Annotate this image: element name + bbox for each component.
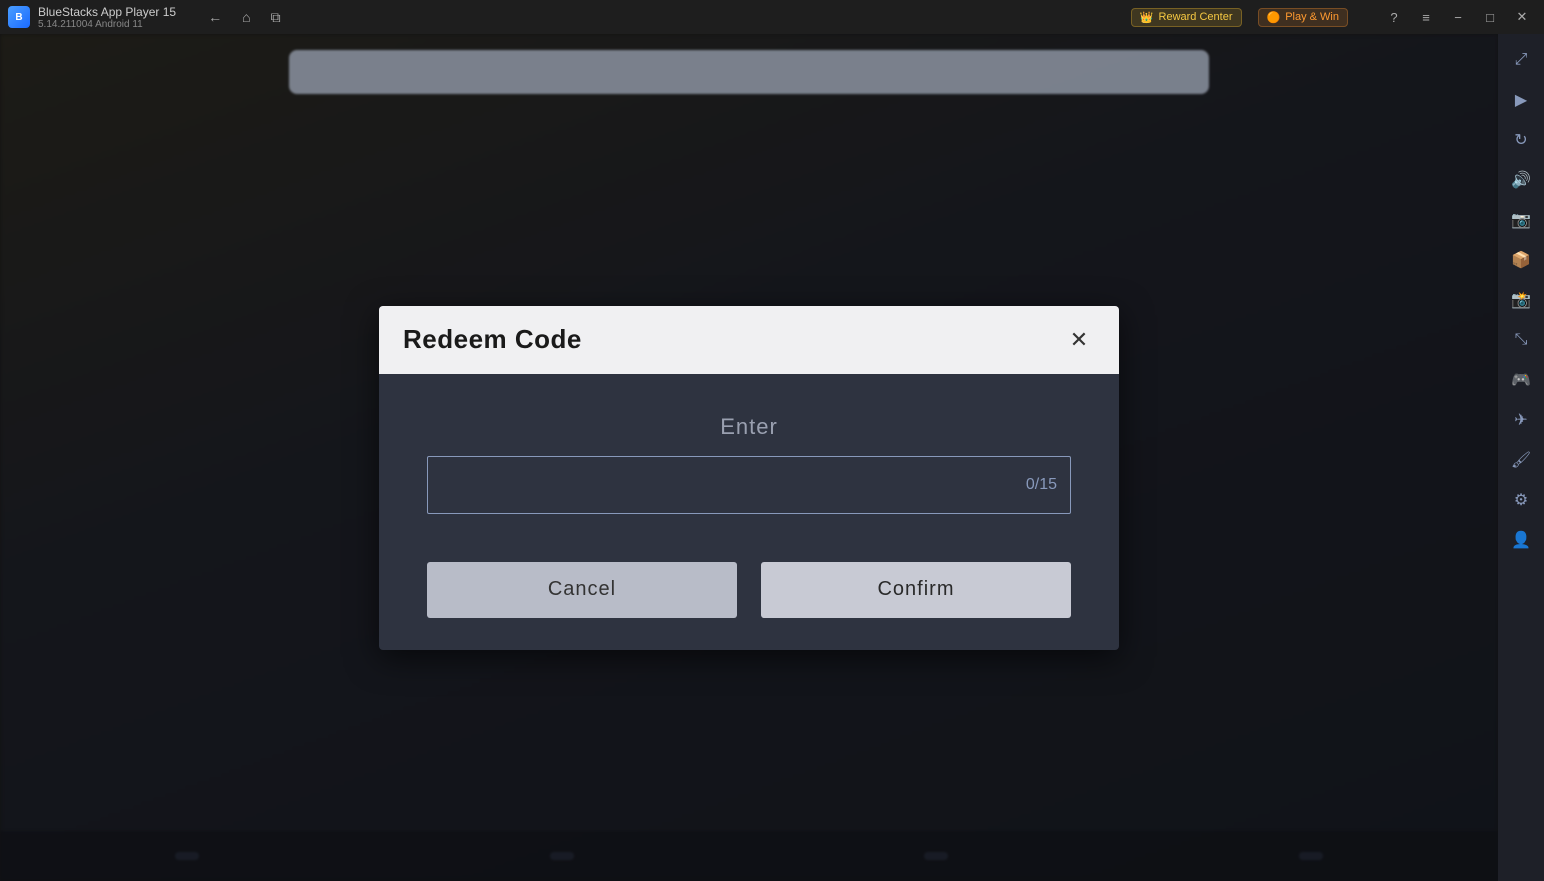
titlebar-left: B BlueStacks App Player 15 5.14.211004 A… [8, 5, 1131, 30]
dialog-header: Redeem Code ✕ [379, 306, 1119, 374]
dialog-overlay: Redeem Code ✕ Enter 0/15 Cancel Confirm [0, 34, 1498, 881]
close-button[interactable]: ✕ [1508, 6, 1536, 28]
play-icon[interactable]: ▶ [1503, 82, 1539, 118]
dialog-footer: Cancel Confirm [379, 546, 1119, 650]
titlebar-right: 👑 Reward Center 🟠 Play & Win ? ≡ − □ ✕ [1131, 6, 1536, 28]
sidebar-right: ⤢ ▶ ↻ 🔊 📷 📦 📸 ⤡ 🎮 ✈ 🖌 ⚙ 👤 [1498, 34, 1544, 881]
volume-icon[interactable]: 🔊 [1503, 162, 1539, 198]
dialog-title: Redeem Code [403, 324, 582, 355]
titlebar-window-controls: ? ≡ − □ ✕ [1380, 6, 1536, 28]
cancel-button[interactable]: Cancel [427, 562, 737, 618]
maximize-button[interactable]: □ [1476, 6, 1504, 28]
titlebar-nav: ← ⌂ ⧉ [204, 5, 284, 30]
dialog-close-button[interactable]: ✕ [1063, 324, 1095, 356]
app-version: 5.14.211004 Android 11 [38, 19, 176, 30]
reward-center-button[interactable]: 👑 Reward Center [1131, 8, 1242, 27]
code-input-wrapper: 0/15 [427, 456, 1071, 514]
brush-icon[interactable]: 🖌 [1503, 442, 1539, 478]
home-nav-button[interactable]: ⌂ [238, 5, 254, 29]
code-input[interactable] [427, 456, 1071, 514]
dialog-body: Enter 0/15 [379, 374, 1119, 546]
play-win-icon: 🟠 [1267, 11, 1281, 24]
reward-center-label: Reward Center [1159, 11, 1233, 23]
play-win-button[interactable]: 🟠 Play & Win [1258, 8, 1349, 27]
main-area: Redeem Code ✕ Enter 0/15 Cancel Confirm [0, 34, 1498, 881]
settings-icon[interactable]: ⚙ [1503, 482, 1539, 518]
play-win-label: Play & Win [1285, 11, 1339, 23]
help-button[interactable]: ? [1380, 6, 1408, 28]
camera-icon[interactable]: 📷 [1503, 202, 1539, 238]
copy-nav-button[interactable]: ⧉ [267, 5, 285, 30]
fullscreen-icon[interactable]: ⤢ [1503, 42, 1539, 78]
airplane-icon[interactable]: ✈ [1503, 402, 1539, 438]
rotate-icon[interactable]: ↻ [1503, 122, 1539, 158]
titlebar: B BlueStacks App Player 15 5.14.211004 A… [0, 0, 1544, 34]
app-name: BlueStacks App Player 15 [38, 5, 176, 19]
enter-label: Enter [720, 414, 778, 440]
resize-icon[interactable]: ⤡ [1503, 322, 1539, 358]
gamepad-icon[interactable]: 🎮 [1503, 362, 1539, 398]
menu-button[interactable]: ≡ [1412, 6, 1440, 28]
back-nav-button[interactable]: ← [204, 5, 226, 29]
apk-icon[interactable]: 📦 [1503, 242, 1539, 278]
redeem-code-dialog: Redeem Code ✕ Enter 0/15 Cancel Confirm [379, 306, 1119, 650]
bluestacks-logo: B [8, 6, 30, 28]
reward-crown-icon: 👑 [1140, 11, 1154, 24]
screenshot-icon[interactable]: 📸 [1503, 282, 1539, 318]
confirm-button[interactable]: Confirm [761, 562, 1071, 618]
user-icon[interactable]: 👤 [1503, 522, 1539, 558]
minimize-button[interactable]: − [1444, 6, 1472, 28]
